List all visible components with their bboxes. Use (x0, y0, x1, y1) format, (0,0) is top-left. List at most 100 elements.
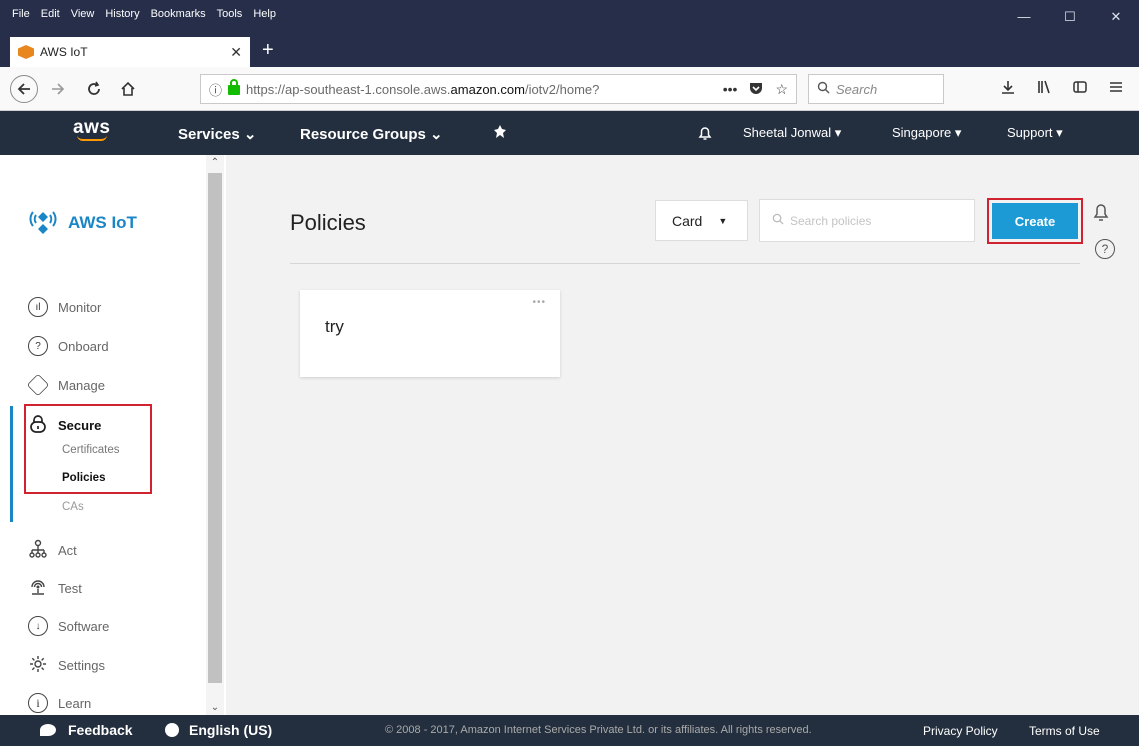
language-selector[interactable]: English (US) (165, 722, 272, 738)
help-icon[interactable]: ? (1095, 239, 1115, 259)
arrow-left-icon (17, 83, 30, 95)
resource-groups-menu[interactable]: Resource Groups ⌄ (300, 125, 443, 143)
minimize-button[interactable]: — (1001, 0, 1047, 33)
browser-search-placeholder: Search (836, 81, 878, 97)
menu-view[interactable]: View (71, 8, 95, 20)
sidebar-item-monitor[interactable]: ıl Monitor (28, 297, 101, 317)
user-account-menu[interactable]: Sheetal Jonwal ▾ (743, 125, 841, 141)
url-bar[interactable]: ⓘ https://ap-southeast-1.console.aws.ama… (200, 74, 797, 104)
maximize-button[interactable]: ☐ (1047, 0, 1093, 33)
browser-search-input[interactable]: Search (808, 74, 944, 104)
search-icon (817, 81, 830, 97)
sidebar-item-policies[interactable]: Policies (62, 472, 105, 484)
aws-console-header: aws Services ⌄ Resource Groups ⌄ Sheetal… (0, 111, 1139, 155)
aws-logo[interactable]: aws (73, 117, 110, 141)
info-icon[interactable]: ⓘ (209, 80, 222, 99)
lock-icon (228, 79, 241, 95)
aws-iot-brand[interactable]: AWS IoT (28, 210, 137, 236)
menu-history[interactable]: History (105, 8, 139, 20)
close-window-button[interactable]: ✕ (1093, 0, 1139, 33)
menu-bookmarks[interactable]: Bookmarks (151, 8, 206, 20)
onboard-icon: ? (28, 336, 48, 356)
sidebar-scrollbar[interactable]: ⌃ ⌄ (206, 155, 224, 715)
notifications-bell-icon[interactable] (697, 125, 713, 145)
sidebar-item-test[interactable]: Test (28, 577, 82, 600)
gear-icon (28, 654, 48, 677)
create-highlight: Create (987, 198, 1083, 244)
sidebar-item-settings[interactable]: Settings (28, 654, 105, 677)
navigation-bar: ⓘ https://ap-southeast-1.console.aws.ama… (0, 67, 1139, 111)
sidebar-item-manage[interactable]: Manage (26, 373, 105, 397)
sidebar-item-onboard[interactable]: ? Onboard (28, 336, 109, 356)
home-icon (121, 81, 135, 96)
policy-card[interactable]: try ••• (300, 290, 560, 377)
more-options-icon[interactable]: ••• (532, 297, 546, 308)
aws-iot-logo-icon (28, 210, 58, 236)
menu-help[interactable]: Help (253, 8, 276, 20)
forward-button[interactable] (44, 75, 72, 103)
region-selector[interactable]: Singapore ▾ (892, 125, 961, 141)
divider (290, 263, 1080, 264)
tab-strip: AWS IoT ✕ + (0, 33, 1139, 67)
speech-bubble-icon (40, 724, 56, 736)
brand-name: AWS IoT (68, 213, 137, 232)
sidebar-item-software[interactable]: ↓ Software (28, 616, 109, 636)
test-icon (28, 577, 48, 600)
pin-icon[interactable] (494, 125, 506, 143)
menu-file[interactable]: File (12, 8, 30, 20)
sidebar-item-learn[interactable]: i Learn (28, 693, 91, 713)
menu-edit[interactable]: Edit (41, 8, 60, 20)
reload-button[interactable] (80, 75, 108, 103)
aws-favicon-icon (18, 45, 34, 59)
sidebar-item-cas[interactable]: CAs (62, 501, 84, 513)
sidebar-item-certificates[interactable]: Certificates (62, 444, 120, 456)
scroll-down-icon[interactable]: ⌄ (206, 702, 224, 713)
sidebar-item-secure[interactable]: Secure (28, 414, 101, 437)
pocket-icon[interactable] (749, 81, 763, 98)
window-controls: — ☐ ✕ (1001, 0, 1139, 33)
terms-of-use-link[interactable]: Terms of Use (1029, 724, 1100, 738)
download-icon[interactable] (1000, 79, 1016, 100)
menu-tools[interactable]: Tools (217, 8, 243, 20)
policy-search-placeholder: Search policies (790, 213, 872, 228)
search-icon (772, 213, 784, 228)
active-section-indicator (10, 406, 13, 522)
lock-icon (28, 414, 48, 437)
info-circle-icon: i (28, 693, 48, 713)
scroll-up-icon[interactable]: ⌃ (206, 157, 224, 168)
home-button[interactable] (114, 75, 142, 103)
menu-bar: File Edit View History Bookmarks Tools H… (0, 0, 1139, 33)
page-title: Policies (290, 210, 366, 235)
back-button[interactable] (10, 75, 38, 103)
bell-icon[interactable] (1092, 201, 1110, 223)
tab-title: AWS IoT (40, 45, 88, 59)
globe-icon (165, 723, 179, 737)
view-mode-dropdown[interactable]: Card ▼ (655, 200, 748, 241)
main-content: Policies Card ▼ Search policies Create ?… (226, 155, 1139, 715)
page-actions-icon[interactable]: ••• (723, 81, 738, 98)
reload-icon (88, 81, 100, 95)
library-icon[interactable] (1036, 79, 1052, 100)
privacy-policy-link[interactable]: Privacy Policy (923, 724, 998, 738)
tab-close-icon[interactable]: ✕ (230, 44, 242, 61)
create-button[interactable]: Create (992, 203, 1078, 239)
monitor-icon: ıl (28, 297, 48, 317)
arrow-right-icon (52, 83, 65, 95)
feedback-button[interactable]: Feedback (40, 722, 133, 738)
support-menu[interactable]: Support ▾ (1007, 125, 1063, 141)
scrollbar-thumb[interactable] (208, 173, 222, 683)
hamburger-menu-icon[interactable] (1108, 79, 1124, 100)
copyright-text: © 2008 - 2017, Amazon Internet Services … (385, 724, 812, 736)
sidebar-toggle-icon[interactable] (1072, 79, 1088, 100)
sidebar-item-act[interactable]: Act (28, 539, 77, 562)
services-menu[interactable]: Services ⌄ (178, 125, 256, 143)
policy-name[interactable]: try (325, 317, 344, 337)
view-mode-value: Card (672, 212, 703, 229)
sidebar: AWS IoT ıl Monitor ? Onboard Manage Secu… (0, 155, 226, 715)
policy-search-input[interactable]: Search policies (759, 199, 975, 242)
bookmark-star-icon[interactable]: ☆ (775, 81, 788, 98)
browser-tab[interactable]: AWS IoT ✕ (10, 37, 250, 67)
download-circle-icon: ↓ (28, 616, 48, 636)
new-tab-button[interactable]: + (262, 38, 274, 62)
url-text: https://ap-southeast-1.console.aws.amazo… (246, 81, 600, 97)
